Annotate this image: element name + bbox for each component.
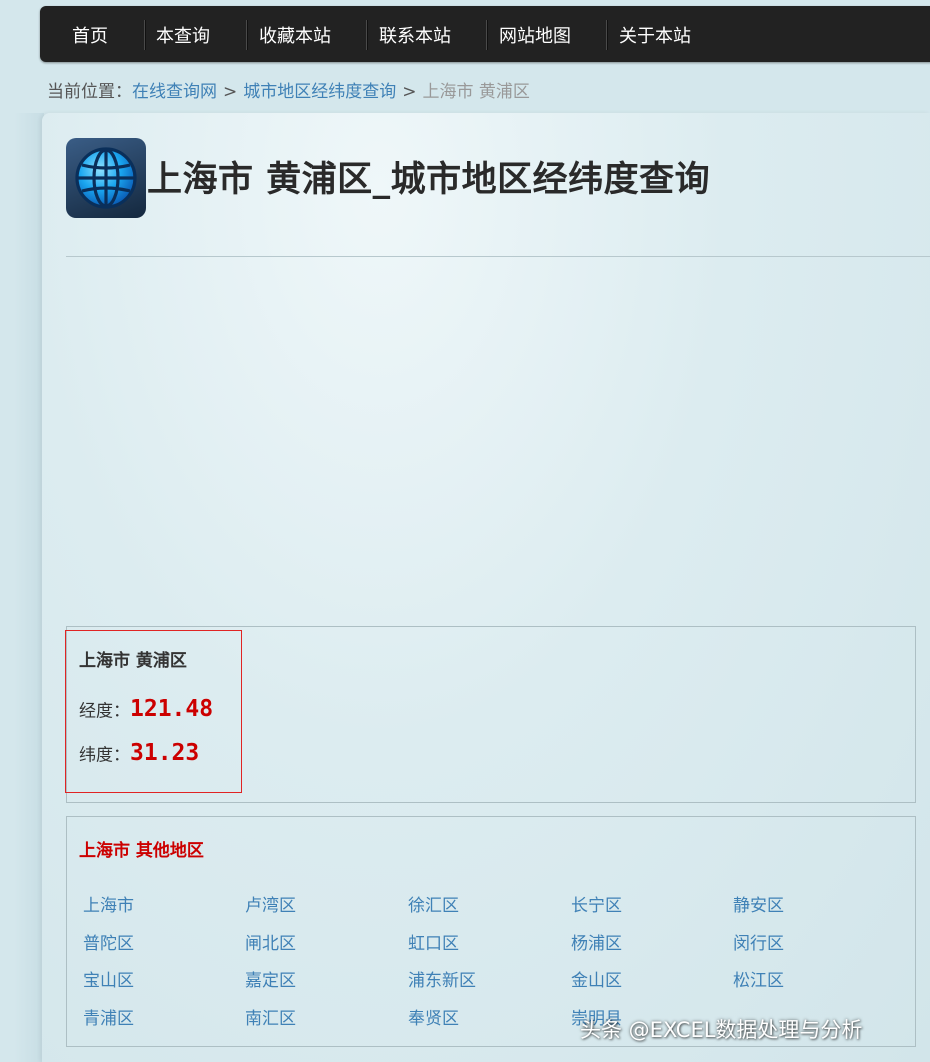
nav-divider <box>486 20 488 50</box>
nav-divider <box>144 20 146 50</box>
district-link[interactable]: 金山区 <box>571 966 622 991</box>
district-link[interactable]: 普陀区 <box>83 929 134 954</box>
district-link[interactable]: 上海市 <box>83 891 134 916</box>
longitude-row: 经度：121.48 <box>79 696 213 722</box>
district-link[interactable]: 奉贤区 <box>408 1004 459 1029</box>
nav-divider <box>606 20 608 50</box>
other-districts-title: 上海市 其他地区 <box>79 841 204 861</box>
district-link[interactable]: 嘉定区 <box>245 966 296 991</box>
latitude-row: 纬度：31.23 <box>79 740 199 766</box>
nav-divider <box>246 20 248 50</box>
watermark-text: 头条 @EXCEL数据处理与分析 <box>580 1018 863 1042</box>
panel-shadow <box>14 113 44 1062</box>
district-link[interactable]: 徐汇区 <box>408 891 459 916</box>
district-link[interactable]: 宝山区 <box>83 966 134 991</box>
breadcrumb-link-latlng-query[interactable]: 城市地区经纬度查询 <box>243 82 396 102</box>
breadcrumb: 当前位置：在线查询网 > 城市地区经纬度查询 > 上海市 黄浦区 <box>47 77 530 102</box>
district-link[interactable]: 青浦区 <box>83 1004 134 1029</box>
breadcrumb-prefix: 当前位置： <box>47 82 132 102</box>
nav-divider <box>366 20 368 50</box>
latitude-value: 31.23 <box>130 740 200 766</box>
page-title: 上海市 黄浦区_城市地区经纬度查询 <box>147 160 711 200</box>
nav-contact[interactable]: 联系本站 <box>379 6 451 62</box>
nav-sitemap[interactable]: 网站地图 <box>499 6 571 62</box>
longitude-label: 经度： <box>79 701 130 722</box>
title-divider <box>66 256 930 257</box>
top-nav: 首页 本查询 收藏本站 联系本站 网站地图 关于本站 <box>40 6 930 62</box>
district-link[interactable]: 浦东新区 <box>408 966 476 991</box>
breadcrumb-separator: > <box>223 82 238 102</box>
district-link[interactable]: 长宁区 <box>571 891 622 916</box>
district-link[interactable]: 杨浦区 <box>571 929 622 954</box>
latitude-label: 纬度： <box>79 745 130 766</box>
district-link[interactable]: 闵行区 <box>733 929 784 954</box>
result-location-name: 上海市 黄浦区 <box>79 651 187 671</box>
district-link[interactable]: 南汇区 <box>245 1004 296 1029</box>
globe-icon <box>66 138 146 218</box>
nav-about[interactable]: 关于本站 <box>619 6 691 62</box>
longitude-value: 121.48 <box>130 696 214 722</box>
nav-home[interactable]: 首页 <box>72 6 108 62</box>
nav-bookmark[interactable]: 收藏本站 <box>259 6 331 62</box>
breadcrumb-current: 上海市 黄浦区 <box>422 82 530 102</box>
district-link[interactable]: 松江区 <box>733 966 784 991</box>
nav-this-query[interactable]: 本查询 <box>156 6 210 62</box>
district-link[interactable]: 卢湾区 <box>245 891 296 916</box>
breadcrumb-link-home[interactable]: 在线查询网 <box>132 82 217 102</box>
district-link[interactable]: 虹口区 <box>408 929 459 954</box>
district-link[interactable]: 闸北区 <box>245 929 296 954</box>
breadcrumb-separator: > <box>402 82 417 102</box>
district-link[interactable]: 静安区 <box>733 891 784 916</box>
